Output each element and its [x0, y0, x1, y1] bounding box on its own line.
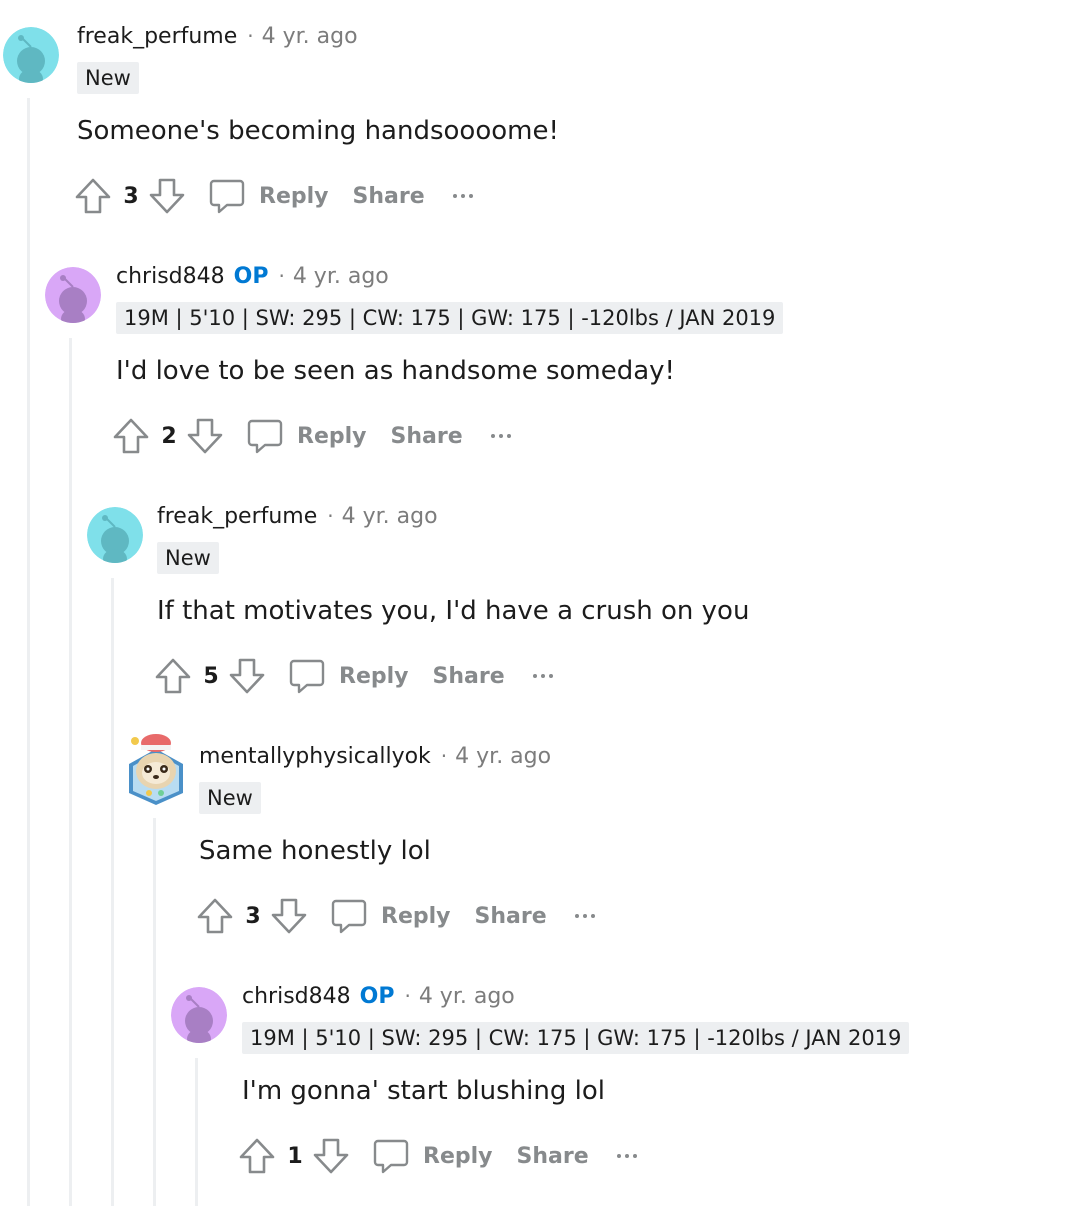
comment-text: Someone's becoming handsoooome! [77, 116, 559, 146]
user-flair: New [199, 782, 261, 814]
user-avatar[interactable] [45, 267, 101, 323]
downvote-icon [271, 898, 307, 934]
downvote-button[interactable] [185, 416, 225, 456]
reply-label: Reply [339, 663, 409, 689]
username[interactable]: freak_perfume [77, 23, 237, 51]
username[interactable]: chrisd848 [116, 263, 225, 291]
comment-text: I'd love to be seen as handsome someday! [116, 356, 675, 386]
upvote-button[interactable] [237, 1136, 277, 1176]
downvote-button[interactable] [227, 656, 267, 696]
reply-label: Reply [423, 1143, 493, 1169]
share-button[interactable]: Share [353, 184, 425, 209]
username[interactable]: freak_perfume [157, 503, 317, 531]
more-options-icon[interactable] [574, 906, 595, 926]
timestamp[interactable]: 4 yr. ago [262, 23, 358, 51]
separator-dot: · [440, 744, 448, 768]
upvote-icon [75, 178, 111, 214]
op-badge: OP [233, 264, 269, 289]
comment-actions: 1 Reply Share [237, 1136, 637, 1176]
snoo-avatar-icon [171, 987, 227, 1043]
share-button[interactable]: Share [433, 664, 505, 689]
upvote-button[interactable] [111, 416, 151, 456]
comment-text: If that motivates you, I'd have a crush … [157, 596, 750, 626]
timestamp[interactable]: 4 yr. ago [293, 263, 389, 291]
upvote-button[interactable] [195, 896, 235, 936]
thread-line[interactable] [111, 578, 114, 1206]
reply-button[interactable]: Reply [207, 176, 329, 216]
reply-label: Reply [297, 423, 367, 449]
comment-bubble-icon [289, 659, 325, 694]
snoo-avatar-icon [3, 27, 59, 83]
comment-actions: 3 Reply Share [195, 896, 595, 936]
reply-label: Reply [259, 183, 329, 209]
downvote-icon [149, 178, 185, 214]
more-options-icon[interactable] [616, 1146, 637, 1166]
user-flair: 19M | 5'10 | SW: 295 | CW: 175 | GW: 175… [116, 302, 784, 334]
reply-button[interactable]: Reply [329, 896, 451, 936]
separator-dot: · [327, 504, 334, 528]
user-avatar[interactable] [127, 727, 185, 805]
downvote-button[interactable] [147, 176, 187, 216]
more-options-icon[interactable] [532, 666, 553, 686]
downvote-button[interactable] [269, 896, 309, 936]
vote-score: 2 [161, 423, 177, 449]
downvote-button[interactable] [311, 1136, 351, 1176]
more-options-icon[interactable] [490, 426, 511, 446]
comment-bubble-icon [331, 899, 367, 934]
timestamp[interactable]: 4 yr. ago [455, 743, 551, 771]
upvote-icon [113, 418, 149, 454]
vote-score: 3 [245, 903, 261, 929]
thread-line[interactable] [153, 818, 156, 1206]
share-button[interactable]: Share [391, 424, 463, 449]
upvote-button[interactable] [153, 656, 193, 696]
user-flair: New [77, 62, 139, 94]
downvote-icon [229, 658, 265, 694]
downvote-icon [313, 1138, 349, 1174]
comment-bubble-icon [247, 419, 283, 454]
upvote-button[interactable] [73, 176, 113, 216]
op-badge: OP [359, 984, 395, 1009]
sloth-avatar-icon [129, 734, 183, 805]
reply-button[interactable]: Reply [287, 656, 409, 696]
thread-line[interactable] [27, 98, 30, 1206]
user-avatar[interactable] [3, 27, 59, 83]
comment-actions: 2 Reply Share [111, 416, 511, 456]
share-button[interactable]: Share [475, 904, 547, 929]
comment-bubble-icon [373, 1139, 409, 1174]
vote-score: 1 [287, 1143, 303, 1169]
separator-dot: · [278, 264, 285, 288]
comment-bubble-icon [209, 179, 245, 214]
share-button[interactable]: Share [517, 1144, 589, 1169]
comment-text: Same honestly lol [199, 836, 431, 866]
user-avatar[interactable] [171, 987, 227, 1043]
timestamp[interactable]: 4 yr. ago [419, 983, 515, 1011]
vote-score: 5 [203, 663, 219, 689]
separator-dot: · [404, 984, 411, 1008]
username[interactable]: chrisd848 [242, 983, 351, 1011]
reply-button[interactable]: Reply [245, 416, 367, 456]
comment-text: I'm gonna' start blushing lol [242, 1076, 605, 1106]
vote-score: 3 [123, 183, 139, 209]
upvote-icon [239, 1138, 275, 1174]
snoo-avatar-icon [87, 507, 143, 563]
username[interactable]: mentallyphysicallyok [199, 743, 431, 771]
upvote-icon [197, 898, 233, 934]
thread-line[interactable] [69, 338, 72, 1206]
comment-actions: 3 Reply Share [73, 176, 473, 216]
more-options-icon[interactable] [452, 186, 473, 206]
reply-button[interactable]: Reply [371, 1136, 493, 1176]
user-flair: 19M | 5'10 | SW: 295 | CW: 175 | GW: 175… [242, 1022, 910, 1054]
upvote-icon [155, 658, 191, 694]
thread-line[interactable] [195, 1058, 198, 1206]
user-avatar[interactable] [87, 507, 143, 563]
downvote-icon [187, 418, 223, 454]
separator-dot: · [247, 24, 254, 48]
timestamp[interactable]: 4 yr. ago [342, 503, 438, 531]
user-flair: New [157, 542, 219, 574]
reply-label: Reply [381, 903, 451, 929]
snoo-avatar-icon [45, 267, 101, 323]
comment-actions: 5 Reply Share [153, 656, 553, 696]
